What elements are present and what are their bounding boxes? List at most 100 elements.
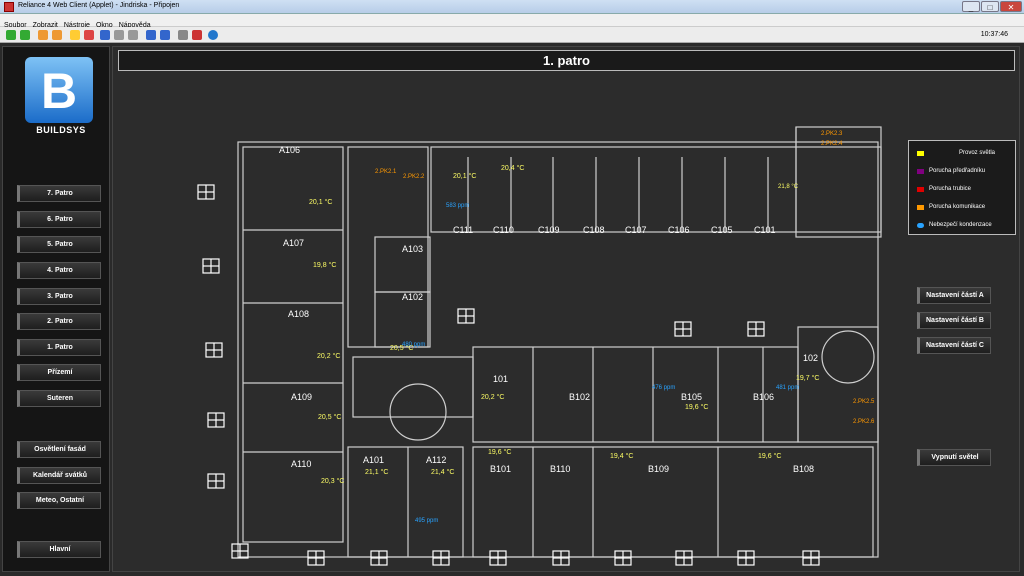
help-icon[interactable] xyxy=(208,30,218,40)
plan-annotation: 2.PK2.4 xyxy=(821,141,843,147)
refresh-icon[interactable] xyxy=(70,30,80,40)
room-label[interactable]: C105 xyxy=(711,225,733,235)
room-temperature: 20,1 °C xyxy=(309,198,332,206)
tube-fault-swatch xyxy=(917,187,924,192)
room-temperature: 20,1 °C xyxy=(453,172,476,180)
room-label[interactable]: B102 xyxy=(569,392,590,402)
room-temperature: 19,6 °C xyxy=(685,403,708,411)
title-bar: Reliance 4 Web Client (Applet) - Jindris… xyxy=(0,0,1024,14)
print-icon[interactable] xyxy=(128,30,138,40)
room-temperature: 20,4 °C xyxy=(501,164,524,172)
room-label[interactable]: B105 xyxy=(681,392,702,402)
room-temperature: 19,6 °C xyxy=(758,452,781,460)
room-label[interactable]: A108 xyxy=(288,309,309,319)
room-label[interactable]: A110 xyxy=(291,459,311,469)
minimize-button[interactable]: _ xyxy=(962,1,980,12)
room-label[interactable]: 101 xyxy=(493,374,508,384)
room-label[interactable]: A112 xyxy=(426,455,446,465)
condensation-icon xyxy=(917,223,924,228)
legend-item: Porucha trubice xyxy=(917,186,971,192)
plan-annotation: 21,8 °C xyxy=(778,184,799,190)
plan-annotation: 2.PK2.5 xyxy=(853,399,875,405)
nav-floor-5[interactable]: 5. Patro xyxy=(17,236,101,253)
room-label[interactable]: A109 xyxy=(291,392,312,402)
ballast-fault-swatch xyxy=(917,169,924,174)
room-temperature: 20,3 °C xyxy=(321,477,344,485)
table-icon[interactable] xyxy=(114,30,124,40)
sidebar: B BUILDSYS 7. Patro 6. Patro 5. Patro 4.… xyxy=(2,46,110,572)
room-temperature: 20,2 °C xyxy=(317,352,340,360)
nav-ground-floor[interactable]: Přízemí xyxy=(17,364,101,381)
room-temperature: 21,1 °C xyxy=(365,468,388,476)
room-temperature: 19,4 °C xyxy=(610,452,633,460)
lights-off-button[interactable]: Vypnutí světel xyxy=(917,449,991,466)
app-window: Reliance 4 Web Client (Applet) - Jindris… xyxy=(0,0,1024,576)
room-label[interactable]: A107 xyxy=(283,238,304,248)
room-label[interactable]: B106 xyxy=(753,392,774,402)
plan-annotation: 2.PK2.6 xyxy=(853,419,875,425)
room-label[interactable]: C106 xyxy=(668,225,690,235)
user-icon[interactable] xyxy=(38,30,48,40)
plan-annotation: 2.PK2.1 xyxy=(375,169,397,175)
room-label[interactable]: B108 xyxy=(793,464,814,474)
clock: 10:37:46 xyxy=(980,31,1008,38)
legend-item: Porucha komunikace xyxy=(917,204,985,210)
room-label[interactable]: A101 xyxy=(363,455,384,465)
nav-meteo[interactable]: Meteo, Ostatní xyxy=(17,492,101,509)
room-label[interactable]: C111 xyxy=(453,225,473,235)
close-button[interactable]: ✕ xyxy=(1000,1,1022,12)
window-icon[interactable] xyxy=(160,30,170,40)
nav-main[interactable]: Hlavní xyxy=(17,541,101,558)
plan-annotation: 2.PK2.2 xyxy=(403,174,425,180)
room-label[interactable]: B110 xyxy=(550,464,570,474)
room-label[interactable]: C110 xyxy=(493,225,514,235)
logo-text: BUILDSYS xyxy=(36,125,86,135)
alarm-icon[interactable] xyxy=(84,30,94,40)
nav-floor-2[interactable]: 2. Patro xyxy=(17,313,101,330)
window-title: Reliance 4 Web Client (Applet) - Jindris… xyxy=(18,2,180,9)
room-label[interactable]: A102 xyxy=(402,292,423,302)
nav-floor-7[interactable]: 7. Patro xyxy=(17,185,101,202)
room-label[interactable]: C101 xyxy=(754,225,776,235)
room-label[interactable]: B101 xyxy=(490,464,511,474)
settings-part-a-button[interactable]: Nastavení částí A xyxy=(917,287,991,304)
room-label[interactable]: C108 xyxy=(583,225,605,235)
room-label[interactable]: 102 xyxy=(803,353,818,363)
legend-item: Porucha předřadníku xyxy=(917,168,985,174)
room-label[interactable]: C109 xyxy=(538,225,560,235)
menu-bar: Soubor Zobrazit Nástroje Okno Nápověda xyxy=(0,14,1024,29)
nav-floor-6[interactable]: 6. Patro xyxy=(17,211,101,228)
room-temperature: 19,6 °C xyxy=(488,448,511,456)
room-temperature: 19,8 °C xyxy=(313,261,336,269)
nav-floor-3[interactable]: 3. Patro xyxy=(17,288,101,305)
connect-icon[interactable] xyxy=(178,30,188,40)
plan-annotation: 476 ppm xyxy=(652,385,675,391)
nav-holiday-calendar[interactable]: Kalendář svátků xyxy=(17,467,101,484)
nav-floor-1[interactable]: 1. Patro xyxy=(17,339,101,356)
monitor-icon[interactable] xyxy=(146,30,156,40)
legend-item: Nebezpečí kondenzace xyxy=(917,222,992,228)
plan-annotation: 495 ppm xyxy=(415,518,438,524)
nav-floor-4[interactable]: 4. Patro xyxy=(17,262,101,279)
room-label[interactable]: A106 xyxy=(279,145,300,155)
settings-part-c-button[interactable]: Nastavení částí C xyxy=(917,337,991,354)
floor-plan-panel: 1. patro A106 20,1 °C A107 19,8 °C A108 … xyxy=(112,46,1020,572)
room-label[interactable]: A103 xyxy=(402,244,423,254)
buildsys-logo: B xyxy=(25,57,93,123)
disconnect-icon[interactable] xyxy=(192,30,202,40)
room-temperature: 20,5 °C xyxy=(318,413,341,421)
plan-annotation: 2.PK2.3 xyxy=(821,131,843,137)
comm-fault-swatch xyxy=(917,205,924,210)
maximize-button[interactable]: □ xyxy=(981,1,999,12)
room-label[interactable]: C107 xyxy=(625,225,647,235)
back-arrow-icon[interactable] xyxy=(6,30,16,40)
settings-part-b-button[interactable]: Nastavení částí B xyxy=(917,312,991,329)
building-outline xyxy=(237,126,882,558)
users-icon[interactable] xyxy=(52,30,62,40)
room-label[interactable]: B109 xyxy=(648,464,669,474)
nav-basement[interactable]: Suteren xyxy=(17,390,101,407)
nav-facade-lighting[interactable]: Osvětlení fasád xyxy=(17,441,101,458)
forward-arrow-icon[interactable] xyxy=(20,30,30,40)
floor-plan: A106 20,1 °C A107 19,8 °C A108 20,2 °C A109 20,… xyxy=(197,126,882,566)
chart-icon[interactable] xyxy=(100,30,110,40)
